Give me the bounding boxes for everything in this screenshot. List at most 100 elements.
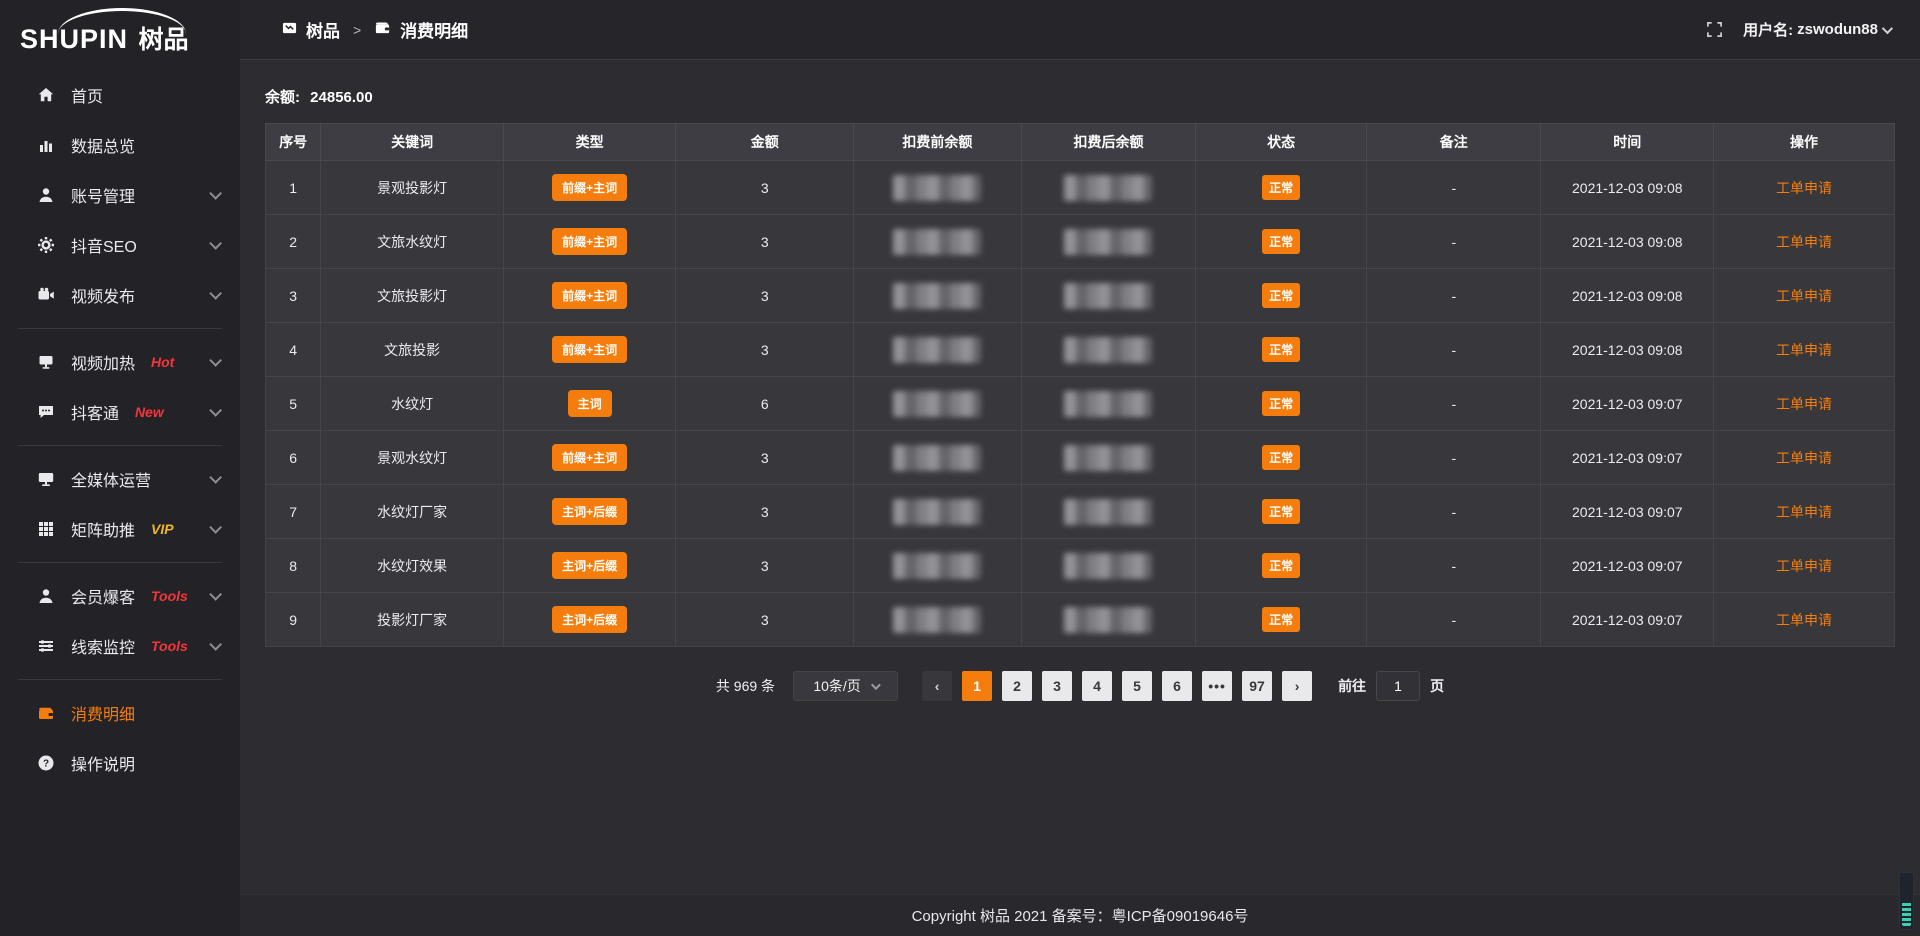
monitor-icon [36,469,56,489]
page-button-2[interactable]: 2 [1002,671,1032,701]
work-order-link[interactable]: 工单申请 [1776,288,1832,304]
work-order-link[interactable]: 工单申请 [1776,504,1832,520]
sidebar-item-抖音SEO[interactable]: 抖音SEO [0,220,240,270]
cell-type: 前缀+主词 [503,269,676,323]
balance-value: 24856.00 [310,89,373,106]
breadcrumb-current: 消费明细 [400,17,468,42]
sidebar-item-消费明细[interactable]: 消费明细 [0,688,240,738]
cell-balance-after [1021,323,1195,377]
user-icon [36,185,56,205]
cell-action: 工单申请 [1714,323,1895,377]
sidebar-item-首页[interactable]: 首页 [0,70,240,120]
sidebar-item-账号管理[interactable]: 账号管理 [0,170,240,220]
cell-remark: - [1367,593,1541,647]
cell-action: 工单申请 [1714,539,1895,593]
work-order-link[interactable]: 工单申请 [1776,558,1832,574]
cell-action: 工单申请 [1714,161,1895,215]
cell-status: 正常 [1196,377,1367,431]
cell-status: 正常 [1196,215,1367,269]
sidebar-item-操作说明[interactable]: ? 操作说明 [0,738,240,788]
page-button-4[interactable]: 4 [1082,671,1112,701]
page-button-5[interactable]: 5 [1122,671,1152,701]
sidebar-item-label: 操作说明 [71,751,135,775]
table-row: 8水纹灯效果主词+后缀3正常-2021-12-03 09:07工单申请 [266,539,1895,593]
cell-balance-after [1021,485,1195,539]
work-order-link[interactable]: 工单申请 [1776,612,1832,628]
column-header: 金额 [676,124,854,161]
sidebar-item-数据总览[interactable]: 数据总览 [0,120,240,170]
cell-keyword: 景观水纹灯 [321,431,503,485]
floating-widget[interactable] [1899,872,1914,930]
cell-status: 正常 [1196,323,1367,377]
status-badge: 正常 [1262,607,1300,632]
table-row: 4文旅投影前缀+主词3正常-2021-12-03 09:08工单申请 [266,323,1895,377]
sidebar-item-label: 账号管理 [71,183,135,207]
cell-action: 工单申请 [1714,215,1895,269]
sidebar-item-视频加热[interactable]: 视频加热Hot [0,337,240,387]
pagination-total: 共 969 条 [716,676,775,696]
type-badge: 主词+后缀 [552,552,627,579]
cell-time: 2021-12-03 09:07 [1541,539,1714,593]
breadcrumb-root[interactable]: 树品 [306,17,340,42]
work-order-link[interactable]: 工单申请 [1776,342,1832,358]
chevron-down-icon [209,187,222,200]
cell-balance-after [1021,377,1195,431]
table-row: 2文旅水纹灯前缀+主词3正常-2021-12-03 09:08工单申请 [266,215,1895,269]
cell-balance-after [1021,539,1195,593]
fullscreen-icon[interactable] [1706,21,1723,38]
user-menu[interactable]: 用户名: zswodun88 [1743,19,1890,40]
sidebar-item-会员爆客[interactable]: 会员爆客Tools [0,571,240,621]
chevron-down-icon [871,680,881,690]
column-header: 序号 [266,124,321,161]
cell-index: 5 [266,377,321,431]
menu-divider [18,679,222,680]
goto-page-input[interactable] [1376,671,1420,701]
main-area: 树品 > 消费明细 用户名: zswodun88 余额: 24856.00 [240,0,1920,936]
blurred-value [1064,337,1152,363]
status-badge: 正常 [1262,175,1300,200]
cell-time: 2021-12-03 09:07 [1541,431,1714,485]
cell-time: 2021-12-03 09:08 [1541,323,1714,377]
work-order-link[interactable]: 工单申请 [1776,450,1832,466]
cell-index: 7 [266,485,321,539]
consumption-table: 序号关键词类型金额扣费前余额扣费后余额状态备注时间操作 1景观投影灯前缀+主词3… [265,123,1895,647]
cell-action: 工单申请 [1714,377,1895,431]
sidebar-item-视频发布[interactable]: 视频发布 [0,270,240,320]
work-order-link[interactable]: 工单申请 [1776,234,1832,250]
page-button-3[interactable]: 3 [1042,671,1072,701]
more-pages-button[interactable]: ••• [1202,671,1232,701]
column-header: 扣费前余额 [854,124,1022,161]
page-button-6[interactable]: 6 [1162,671,1192,701]
cell-index: 6 [266,431,321,485]
column-header: 状态 [1196,124,1367,161]
sidebar-item-抖客通[interactable]: 抖客通New [0,387,240,437]
cell-balance-before [854,377,1022,431]
type-badge: 前缀+主词 [552,282,627,309]
next-page-button[interactable]: › [1282,671,1312,701]
blurred-value [893,553,981,579]
cell-type: 前缀+主词 [503,215,676,269]
cell-balance-before [854,485,1022,539]
type-badge: 前缀+主词 [552,174,627,201]
blurred-value [893,337,981,363]
page-button-1[interactable]: 1 [962,671,992,701]
chevron-down-icon [209,588,222,601]
sidebar-item-badge: VIP [151,521,174,537]
type-badge: 主词+后缀 [552,606,627,633]
sidebar-item-badge: Tools [151,588,188,604]
blurred-value [893,229,981,255]
sidebar-item-线索监控[interactable]: 线索监控Tools [0,621,240,671]
cell-remark: - [1367,377,1541,431]
sidebar-item-全媒体运营[interactable]: 全媒体运营 [0,454,240,504]
column-header: 关键词 [321,124,503,161]
work-order-link[interactable]: 工单申请 [1776,180,1832,196]
cell-status: 正常 [1196,485,1367,539]
sidebar-item-矩阵助推[interactable]: 矩阵助推VIP [0,504,240,554]
page-size-select[interactable]: 10条/页 [793,671,898,701]
cell-index: 2 [266,215,321,269]
work-order-link[interactable]: 工单申请 [1776,396,1832,412]
svg-text:?: ? [43,759,49,770]
prev-page-button[interactable]: ‹ [922,671,952,701]
page-button-97[interactable]: 97 [1242,671,1272,701]
cell-balance-before [854,539,1022,593]
